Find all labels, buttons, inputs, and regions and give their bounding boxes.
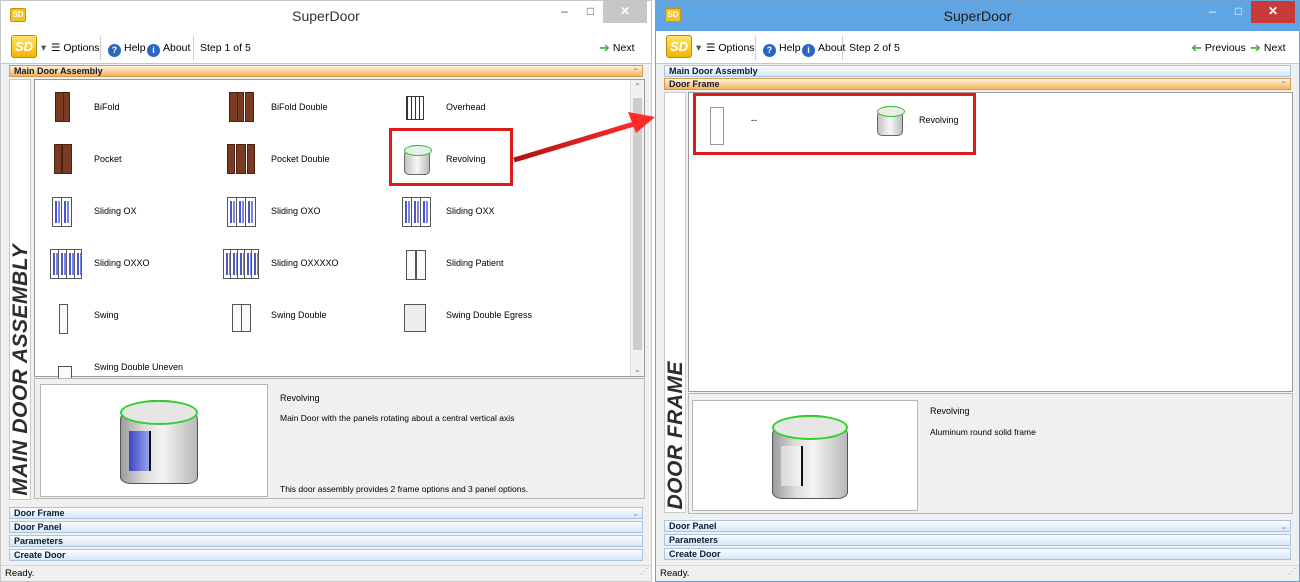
callout-arrow-icon: [513, 112, 655, 163]
